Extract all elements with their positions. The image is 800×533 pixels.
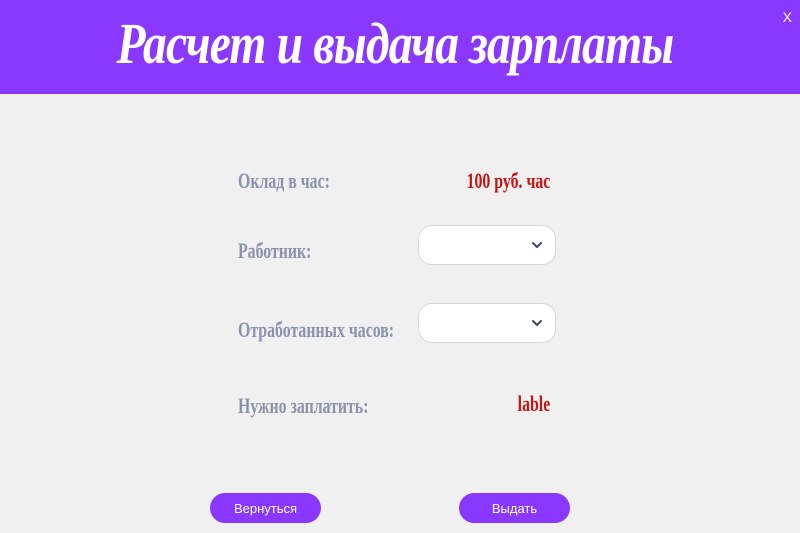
chevron-down-icon	[532, 242, 542, 248]
to-pay-label: Нужно заплатить:	[238, 393, 369, 418]
hours-select[interactable]	[418, 303, 556, 343]
rate-label: Оклад в час:	[238, 168, 330, 193]
employee-label: Работник:	[238, 238, 312, 263]
chevron-down-icon	[532, 320, 542, 326]
close-button[interactable]: X	[783, 9, 792, 25]
back-button[interactable]: Вернуться	[210, 493, 321, 523]
pay-button[interactable]: Выдать	[459, 493, 570, 523]
to-pay-value: lable	[517, 391, 550, 416]
employee-select[interactable]	[418, 225, 556, 265]
title-bar: Расчет и выдача зарплаты X	[0, 0, 800, 94]
hours-label: Отработанных часов:	[238, 317, 395, 342]
page-title: Расчет и выдача зарплаты	[116, 11, 675, 76]
rate-value: 100 руб. час	[466, 168, 550, 193]
